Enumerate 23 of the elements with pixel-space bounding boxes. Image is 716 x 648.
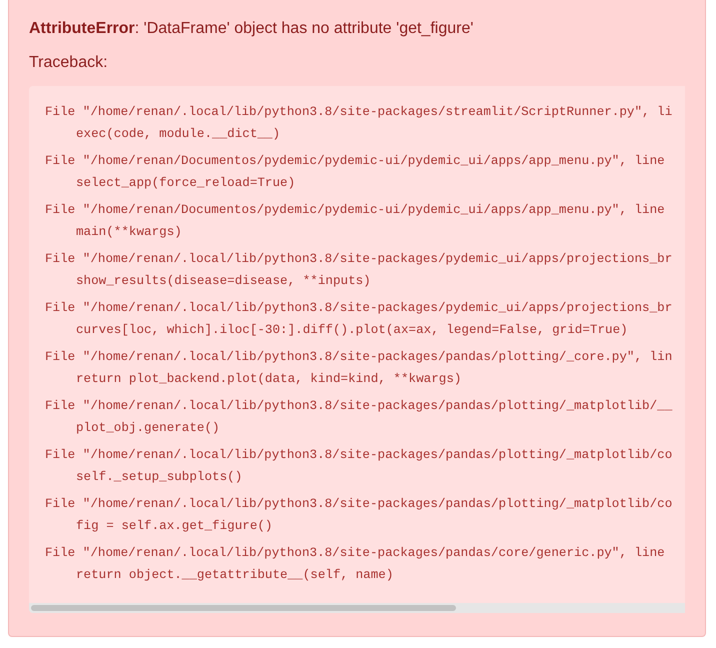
traceback-location: File "/home/renan/.local/lib/python3.8/site-packages/pandas/plotting/_core.py", lin — [45, 349, 672, 366]
traceback-location: File "/home/renan/.local/lib/python3.8/site-packages/pydemic_ui/apps/projections_br — [45, 300, 672, 317]
traceback-code-line: return plot_backend.plot(data, kind=kind, **kwargs) — [75, 371, 462, 388]
traceback-location: File "/home/renan/.local/lib/python3.8/site-packages/pandas/core/generic.py", line — [45, 545, 665, 562]
traceback-code-line: exec(code, module.__dict__) — [75, 126, 280, 143]
traceback-location: File "/home/renan/Documentos/pydemic/pydemic-ui/pydemic_ui/apps/app_menu.py", line — [45, 153, 665, 170]
traceback-location: File "/home/renan/.local/lib/python3.8/site-packages/pandas/plotting/_matplotlib/co — [45, 496, 672, 513]
traceback-code-line: main(**kwargs) — [75, 224, 182, 241]
traceback-location: File "/home/renan/.local/lib/python3.8/site-packages/pandas/plotting/_matplotlib/co — [45, 447, 672, 464]
horizontal-scrollbar[interactable] — [29, 603, 685, 613]
traceback-code-line: select_app(force_reload=True) — [75, 175, 296, 192]
traceback-location: File "/home/renan/Documentos/pydemic/pydemic-ui/pydemic_ui/apps/app_menu.py", line — [45, 202, 665, 219]
traceback-location: File "/home/renan/.local/lib/python3.8/site-packages/pandas/plotting/_matplotlib/__ — [45, 398, 672, 415]
traceback-code-line: show_results(disease=disease, **inputs) — [75, 273, 371, 290]
traceback-code-line: self._setup_subplots() — [75, 469, 242, 486]
traceback-code-line: fig = self.ax.get_figure() — [75, 518, 272, 535]
traceback-label: Traceback: — [29, 53, 109, 73]
traceback-code-line: curves[loc, which].iloc[-30:].diff().plot(ax=ax, legend=False, grid=True) — [75, 322, 628, 339]
traceback-code-line: return object.__getattribute__(self, name) — [75, 567, 394, 584]
error-message: AttributeError: 'DataFrame' object has no attribute 'get_figure' — [29, 19, 474, 39]
traceback-location: File "/home/renan/.local/lib/python3.8/site-packages/streamlit/ScriptRunner.py", li — [45, 104, 672, 121]
traceback-location: File "/home/renan/.local/lib/python3.8/site-packages/pydemic_ui/apps/projections_br — [45, 251, 672, 268]
traceback-code-line: plot_obj.generate() — [75, 420, 220, 437]
